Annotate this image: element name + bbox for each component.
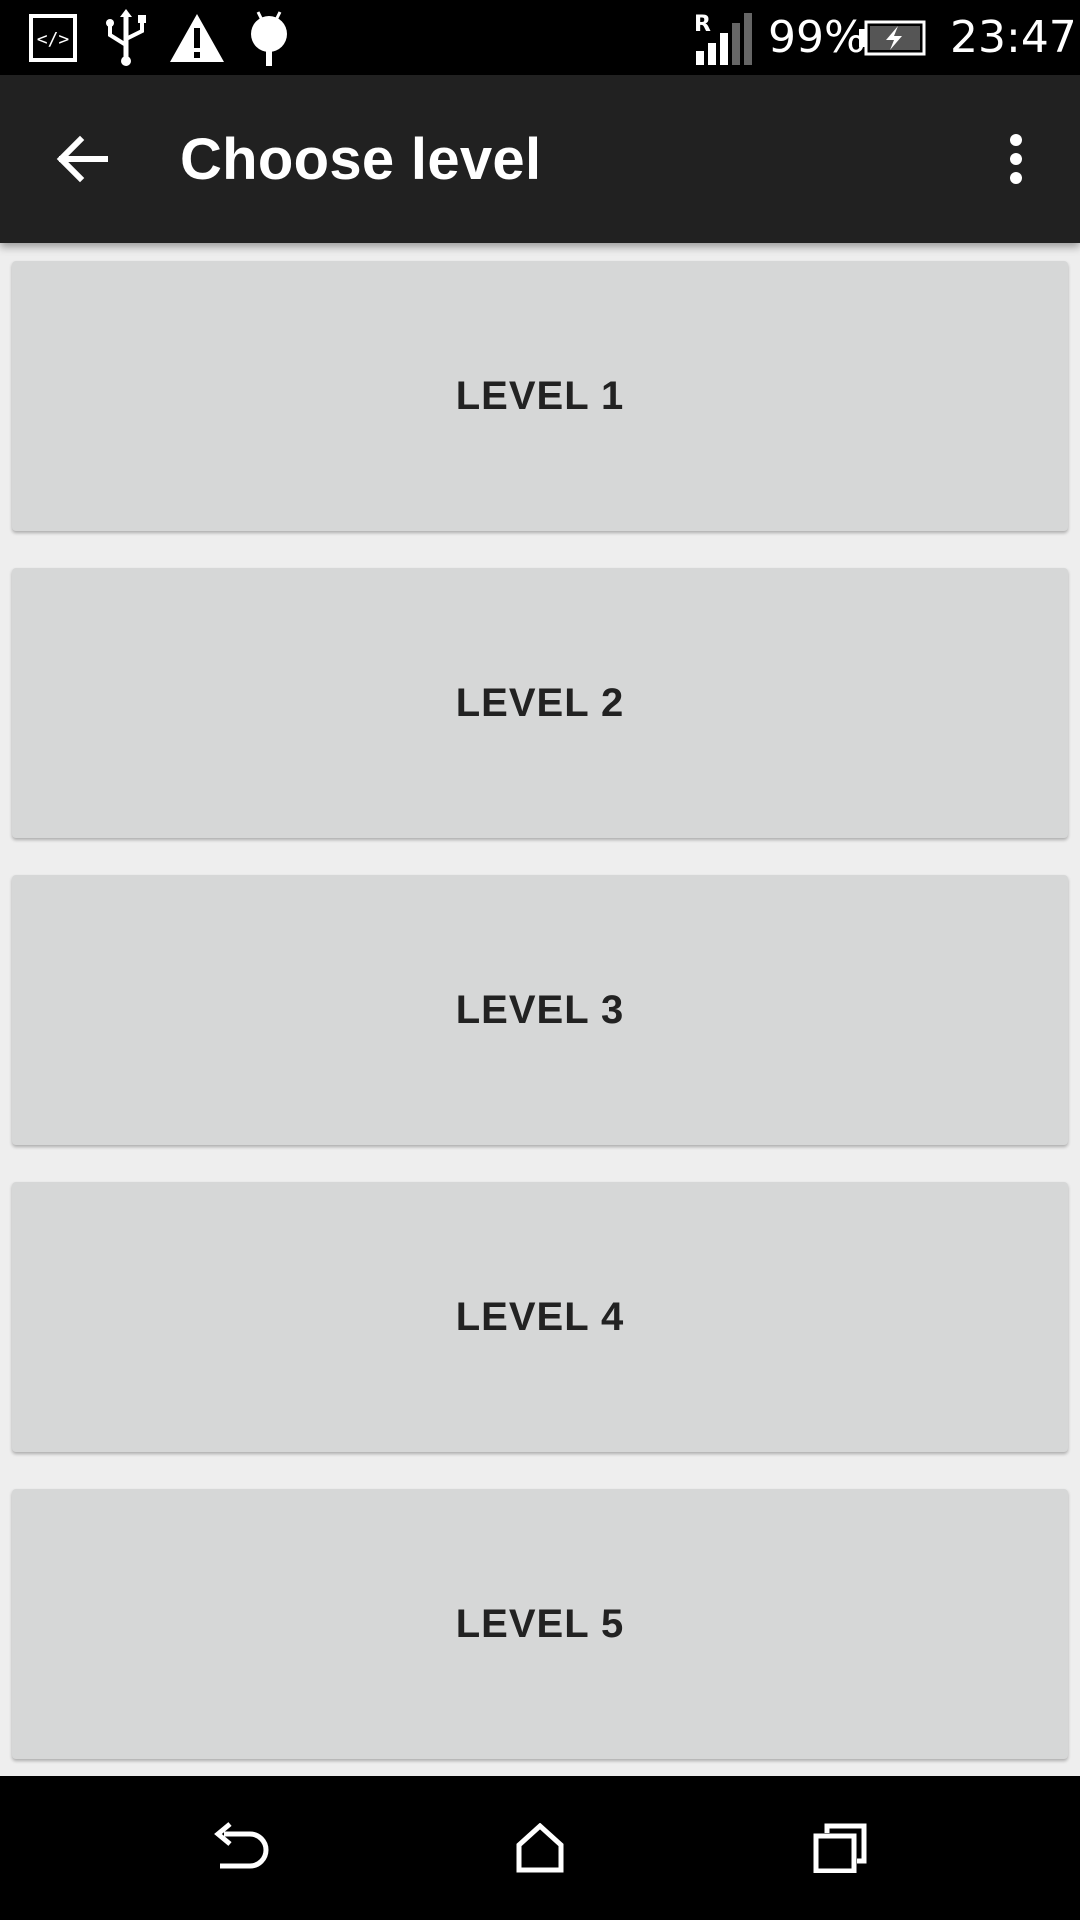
level-label: LEVEL 3 [455,987,625,1032]
back-button[interactable] [34,113,130,205]
svg-text:R: R [694,12,711,37]
status-bar: </> R 99% 23:47 [0,0,1080,75]
back-nav-icon [214,1822,269,1869]
more-vertical-icon [1010,134,1022,184]
level-5-button[interactable]: LEVEL 5 [12,1489,1068,1759]
usb-icon [102,0,150,75]
app-toolbar: Choose level [0,75,1080,243]
level-2-button[interactable]: LEVEL 2 [12,568,1068,838]
level-list[interactable]: LEVEL 1 LEVEL 2 LEVEL 3 LEVEL 4 LEVEL 5 [0,243,1080,1776]
arrow-back-icon [56,135,108,183]
developer-code-icon: </> [28,0,78,75]
level-label: LEVEL 4 [455,1294,625,1339]
level-4-button[interactable]: LEVEL 4 [12,1182,1068,1452]
level-1-button[interactable]: LEVEL 1 [12,261,1068,531]
nav-home-button[interactable] [470,1798,610,1898]
recents-nav-icon [813,1823,867,1873]
overflow-menu-button[interactable] [968,113,1064,205]
battery-charging-icon [858,0,926,75]
level-label: LEVEL 5 [455,1601,625,1646]
status-time: 23:47 [950,12,1077,63]
system-nav-bar [0,1776,1080,1920]
level-label: LEVEL 1 [455,373,625,418]
level-label: LEVEL 2 [455,680,625,725]
nav-back-button[interactable] [170,1798,310,1898]
android-debug-icon [246,0,292,75]
nav-recents-button[interactable] [770,1798,910,1898]
battery-percent: 99% [768,12,866,63]
level-3-button[interactable]: LEVEL 3 [12,875,1068,1145]
svg-text:</>: </> [37,29,70,50]
signal-icon: R [692,0,754,75]
page-title: Choose level [180,126,542,192]
warning-icon [168,0,226,75]
home-nav-icon [516,1823,564,1873]
